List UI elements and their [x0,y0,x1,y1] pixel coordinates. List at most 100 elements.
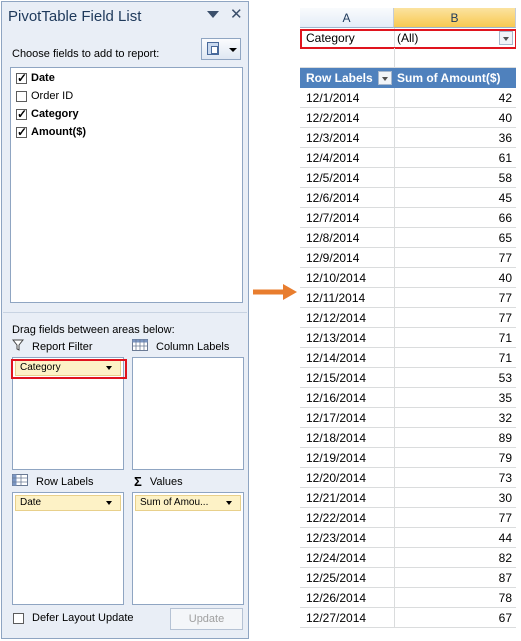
row-label-cell: 12/7/2014 [306,211,360,225]
table-row[interactable]: 12/5/2014 58 [300,168,516,188]
table-row[interactable]: 12/9/2014 77 [300,248,516,268]
pivot-rows: 12/1/2014 42 12/2/2014 40 12/3/2014 36 12/4/20… [300,88,516,628]
field-list-layout-button[interactable] [201,38,241,60]
field-checkbox[interactable] [16,90,27,102]
sum-value-cell: 82 [498,551,512,565]
column-divider [394,148,395,168]
table-row[interactable]: 12/13/2014 71 [300,328,516,348]
field-item-category[interactable]: ✓ Category [16,106,79,122]
sum-value-cell: 89 [498,431,512,445]
chevron-down-icon[interactable] [226,501,232,505]
field-item-date[interactable]: ✓ Date [16,70,55,86]
table-row[interactable]: 12/23/2014 44 [300,528,516,548]
panel-options-dropdown-icon[interactable] [207,11,219,18]
sum-value-cell: 77 [498,311,512,325]
field-checkbox[interactable]: ✓ [16,72,27,84]
values-field-chip[interactable]: Sum of Amou... [135,495,241,511]
row-label-cell: 12/9/2014 [306,251,360,265]
row-label-cell: 12/17/2014 [306,411,367,425]
table-row[interactable]: 12/7/2014 66 [300,208,516,228]
column-divider [394,448,395,468]
sum-value-cell: 40 [498,111,512,125]
table-row[interactable]: 12/20/2014 73 [300,468,516,488]
values-drop-area[interactable]: Sum of Amou... [132,492,244,605]
sum-amount-header: Sum of Amount($) [397,71,501,85]
defer-layout-update[interactable]: Defer Layout Update [13,612,134,624]
choose-fields-label: Choose fields to add to report: [12,48,160,60]
table-row[interactable]: 12/26/2014 78 [300,588,516,608]
table-row[interactable]: 12/18/2014 89 [300,428,516,448]
sum-value-cell: 36 [498,131,512,145]
table-row[interactable]: 12/21/2014 30 [300,488,516,508]
column-divider [394,248,395,268]
row-label-cell: 12/13/2014 [306,331,367,345]
row-label-cell: 12/4/2014 [306,151,360,165]
defer-checkbox[interactable] [13,612,24,624]
report-filter-highlight [11,359,127,379]
update-button[interactable]: Update [170,608,243,630]
drag-fields-label: Drag fields between areas below: [12,324,175,336]
empty-row [300,48,516,68]
row-labels-drop-area[interactable]: Date [12,492,124,605]
table-row[interactable]: 12/25/2014 87 [300,568,516,588]
table-row[interactable]: 12/12/2014 77 [300,308,516,328]
sum-value-cell: 65 [498,231,512,245]
field-checkbox[interactable]: ✓ [16,108,27,120]
table-row[interactable]: 12/6/2014 45 [300,188,516,208]
column-header-a[interactable]: A [300,8,394,28]
row-labels-dropdown-button[interactable] [378,71,392,85]
sum-value-cell: 87 [498,571,512,585]
table-row[interactable]: 12/16/2014 35 [300,388,516,408]
table-row[interactable]: 12/10/2014 40 [300,268,516,288]
column-divider [394,508,395,528]
row-label-cell: 12/22/2014 [306,511,367,525]
sum-value-cell: 32 [498,411,512,425]
report-filter-label: Report Filter [32,340,93,353]
column-divider [394,488,395,508]
table-row[interactable]: 12/19/2014 79 [300,448,516,468]
field-label: Date [31,72,55,84]
pivot-header-row: Row Labels Sum of Amount($) [300,68,516,88]
column-divider [394,348,395,368]
pivot-field-list-panel: PivotTable Field List ✕ Choose fields to… [1,1,249,639]
column-labels-drop-area[interactable] [132,357,244,470]
close-icon[interactable]: ✕ [230,5,243,23]
table-row[interactable]: 12/17/2014 32 [300,408,516,428]
column-divider [394,588,395,608]
table-row[interactable]: 12/11/2014 77 [300,288,516,308]
table-row[interactable]: 12/3/2014 36 [300,128,516,148]
column-labels-area-label: Column Labels [132,339,229,354]
column-header-b[interactable]: B [394,8,516,28]
table-row[interactable]: 12/2/2014 40 [300,108,516,128]
row-label-cell: 12/6/2014 [306,191,360,205]
column-divider [394,468,395,488]
row-label-cell: 12/11/2014 [306,291,366,305]
row-labels-field-chip[interactable]: Date [15,495,121,511]
row-labels-area-label: Row Labels [12,474,93,489]
column-divider [394,228,395,248]
field-checkbox[interactable]: ✓ [16,126,27,138]
sum-value-cell: 73 [498,471,512,485]
table-row[interactable]: 12/15/2014 53 [300,368,516,388]
report-filter-area-label: Report Filter [11,339,93,354]
table-row[interactable]: 12/1/2014 42 [300,88,516,108]
column-divider [394,428,395,448]
right-arrow-icon [253,283,299,304]
row-label-cell: 12/19/2014 [306,451,367,465]
table-row[interactable]: 12/14/2014 71 [300,348,516,368]
column-divider [394,208,395,228]
sum-value-cell: 53 [498,371,512,385]
table-row[interactable]: 12/24/2014 82 [300,548,516,568]
chevron-down-icon[interactable] [106,501,112,505]
table-row[interactable]: 12/8/2014 65 [300,228,516,248]
layout-icon [207,42,219,55]
table-row[interactable]: 12/22/2014 77 [300,508,516,528]
field-item-order-id[interactable]: Order ID [16,88,73,104]
column-divider [394,288,395,308]
row-label-cell: 12/12/2014 [306,311,367,325]
row-label-cell: 12/8/2014 [306,231,360,245]
field-item-amount[interactable]: ✓ Amount($) [16,124,86,140]
table-row[interactable]: 12/4/2014 61 [300,148,516,168]
sum-value-cell: 66 [498,211,512,225]
table-row[interactable]: 12/27/2014 67 [300,608,516,628]
